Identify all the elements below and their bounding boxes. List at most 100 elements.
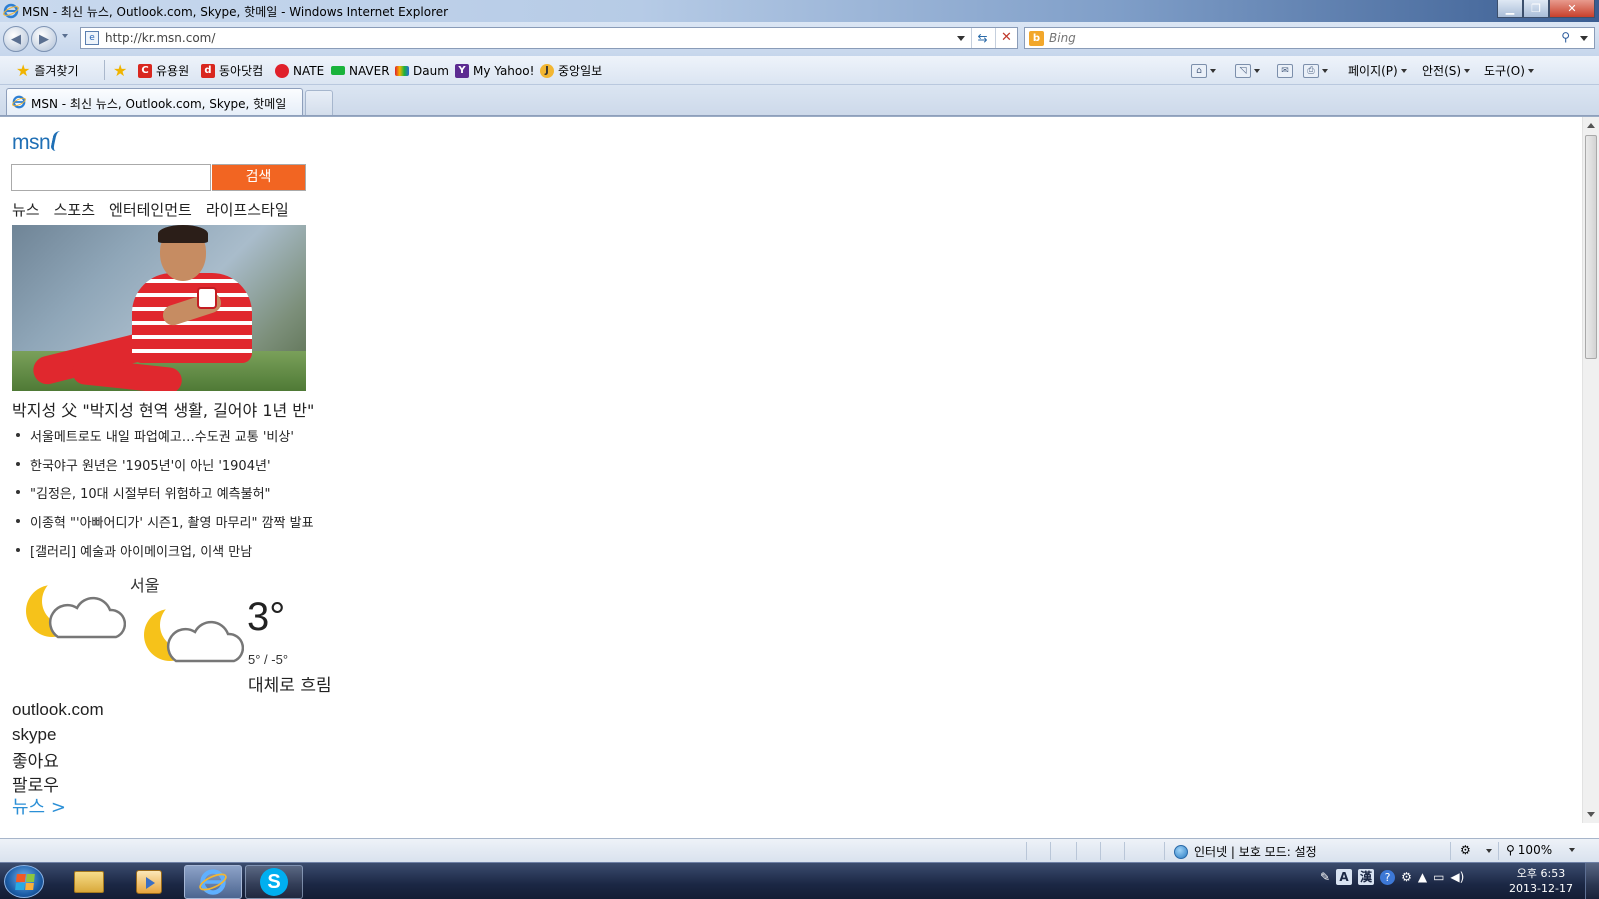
favorites-button[interactable]: ★ 즐겨찾기 [16,62,79,79]
skype-link[interactable]: skype [12,725,56,745]
vertical-scrollbar[interactable] [1582,117,1599,823]
clock-date: 2013-12-17 [1509,882,1573,895]
daum-icon [395,65,409,76]
network-icon[interactable]: ▭ [1433,870,1444,884]
ime-lang-icon[interactable]: A [1336,869,1353,885]
nav-lifestyle[interactable]: 라이프스타일 [206,199,289,220]
nate-icon [275,63,289,78]
safety-menu[interactable]: 안전(S) [1422,62,1471,79]
favorite-link-label: 유용원 [156,64,190,78]
ie-icon [199,869,227,895]
feeds-button[interactable]: ◹ [1235,62,1260,79]
news-link[interactable]: 이종혁 "'아빠어디가' 시즌1, 촬영 마무리" 깜짝 발표 [30,512,314,531]
favorites-star-icon: ★ [16,60,31,80]
recent-pages-dropdown[interactable] [62,34,68,38]
news-more-link[interactable]: 뉴스 > [12,793,66,819]
pen-icon[interactable]: ✎ [1320,870,1330,884]
back-button[interactable]: ◀ [3,26,29,52]
news-link[interactable]: 한국야구 원년은 '1905년'이 아닌 '1904년' [30,455,271,474]
favorite-link-nate[interactable]: NATE [275,62,324,79]
msn-search-input[interactable] [11,164,211,191]
nav-sports[interactable]: 스포츠 [54,199,95,220]
add-to-favorites-bar-button[interactable]: ★ [113,62,127,79]
moon-cloud-icon [144,601,244,663]
skype-icon: S [260,868,288,896]
add-favorite-icon: ★ [113,60,128,80]
taskbar-media-player[interactable] [120,865,178,899]
safety-menu-label: 안전(S) [1422,64,1462,78]
chevron-down-icon[interactable] [1486,849,1492,853]
address-bar[interactable]: e http://kr.msn.com/ ⇆ ✕ [80,27,1018,49]
help-icon[interactable]: ? [1380,869,1396,885]
protected-mode-icon[interactable]: ⚙ [1460,843,1471,857]
msn-logo[interactable]: msn [12,131,65,155]
news-link[interactable]: "김정은, 10대 시절부터 위험하고 예측불허" [30,483,271,502]
headline-link[interactable]: 박지성 父 "박지성 현역 생활, 길어야 1년 반" [12,397,314,421]
page-menu-label: 페이지(P) [1348,64,1398,78]
scroll-down-icon[interactable] [1587,812,1595,817]
minimize-button[interactable]: ▁ [1497,0,1523,18]
tab-msn[interactable]: MSN - 최신 뉴스, Outlook.com, Skype, 핫메일 [6,88,303,115]
search-input[interactable] [1049,30,1529,46]
search-box[interactable]: b ⚲ [1024,27,1595,49]
favorite-link-yahoo[interactable]: Y My Yahoo! [455,62,534,79]
clock[interactable]: 오후 6:53 2013-12-17 [1504,866,1578,896]
new-tab-button[interactable] [305,90,333,115]
page-menu[interactable]: 페이지(P) [1348,62,1407,79]
favorite-link-label: 중앙일보 [558,64,603,78]
address-url[interactable]: http://kr.msn.com/ [105,31,215,45]
home-dropdown-icon[interactable] [1210,68,1216,73]
favorite-link-label: 동아닷컴 [219,64,264,78]
refresh-button[interactable]: ⇆ [971,28,993,48]
favorite-link-daum[interactable]: Daum [395,62,449,79]
msn-search-button[interactable]: 검색 [212,164,306,191]
headline-photo[interactable] [12,225,306,391]
home-icon: ⌂ [1191,63,1207,78]
weather-temperature: 3° [247,595,286,639]
search-icon[interactable]: ⚲ [1561,30,1570,44]
favorites-separator [104,60,105,80]
tools-menu[interactable]: 도구(O) [1484,62,1534,79]
taskbar-skype[interactable]: S [245,865,303,899]
nav-news[interactable]: 뉴스 [12,199,40,220]
scroll-up-icon[interactable] [1587,123,1595,128]
news-link[interactable]: 서울메트로도 내일 파업예고…수도권 교통 '비상' [30,426,294,445]
nav-entertainment[interactable]: 엔터테인먼트 [109,199,192,220]
stop-button[interactable]: ✕ [995,28,1017,48]
scrollbar-thumb[interactable] [1585,135,1597,359]
outlook-link[interactable]: outlook.com [12,700,104,720]
start-button[interactable] [4,865,44,898]
show-desktop-button[interactable] [1585,863,1599,899]
ime-hanja-icon[interactable]: 漢 [1358,869,1375,885]
mail-button[interactable]: ✉ [1277,62,1293,79]
maximize-button[interactable]: ❐ [1523,0,1549,18]
favorite-link-yuyongwon[interactable]: C 유용원 [138,62,189,79]
home-button[interactable]: ⌂ [1191,62,1216,79]
favorite-link-joongang[interactable]: J 중앙일보 [540,62,602,79]
security-zone[interactable]: 인터넷 | 보호 모드: 설정 [1174,843,1317,860]
taskbar-internet-explorer[interactable] [184,865,242,899]
yahoo-icon: Y [455,63,469,78]
zoom-icon: ⚲ [1506,843,1515,857]
favorite-link-naver[interactable]: NAVER [331,62,390,79]
weather-city[interactable]: 서울 [130,572,159,596]
forward-button[interactable]: ▶ [31,26,57,52]
close-button[interactable]: ✕ [1549,0,1595,18]
taskbar-explorer[interactable] [60,865,118,899]
address-dropdown-icon[interactable] [957,36,965,41]
volume-icon[interactable]: ◀) [1450,870,1464,884]
tray-expand-icon[interactable]: ▲ [1418,870,1427,884]
search-options-dropdown[interactable] [1580,36,1588,41]
favorite-link-donga[interactable]: d 동아닷컴 [201,62,263,79]
bing-icon: b [1029,31,1044,46]
print-button[interactable]: ⎙ [1303,62,1328,79]
system-tray: ✎ A 漢 ? ⚙ ▲ ▭ ◀) [1320,869,1464,885]
ime-options-icon[interactable]: ⚙ [1401,870,1412,884]
like-link[interactable]: 좋아요 [12,747,59,772]
print-dropdown-icon[interactable] [1322,68,1328,73]
favorites-bar: ★ 즐겨찾기 ★ C 유용원 d 동아닷컴 NATE NAVER Daum Y … [0,56,1599,85]
favorite-link-label: My Yahoo! [473,63,535,78]
feeds-dropdown-icon[interactable] [1254,68,1260,73]
news-link[interactable]: [갤러리] 예술과 아이메이크업, 이색 만남 [30,541,252,560]
zoom-control[interactable]: ⚲ 100% [1506,843,1576,857]
